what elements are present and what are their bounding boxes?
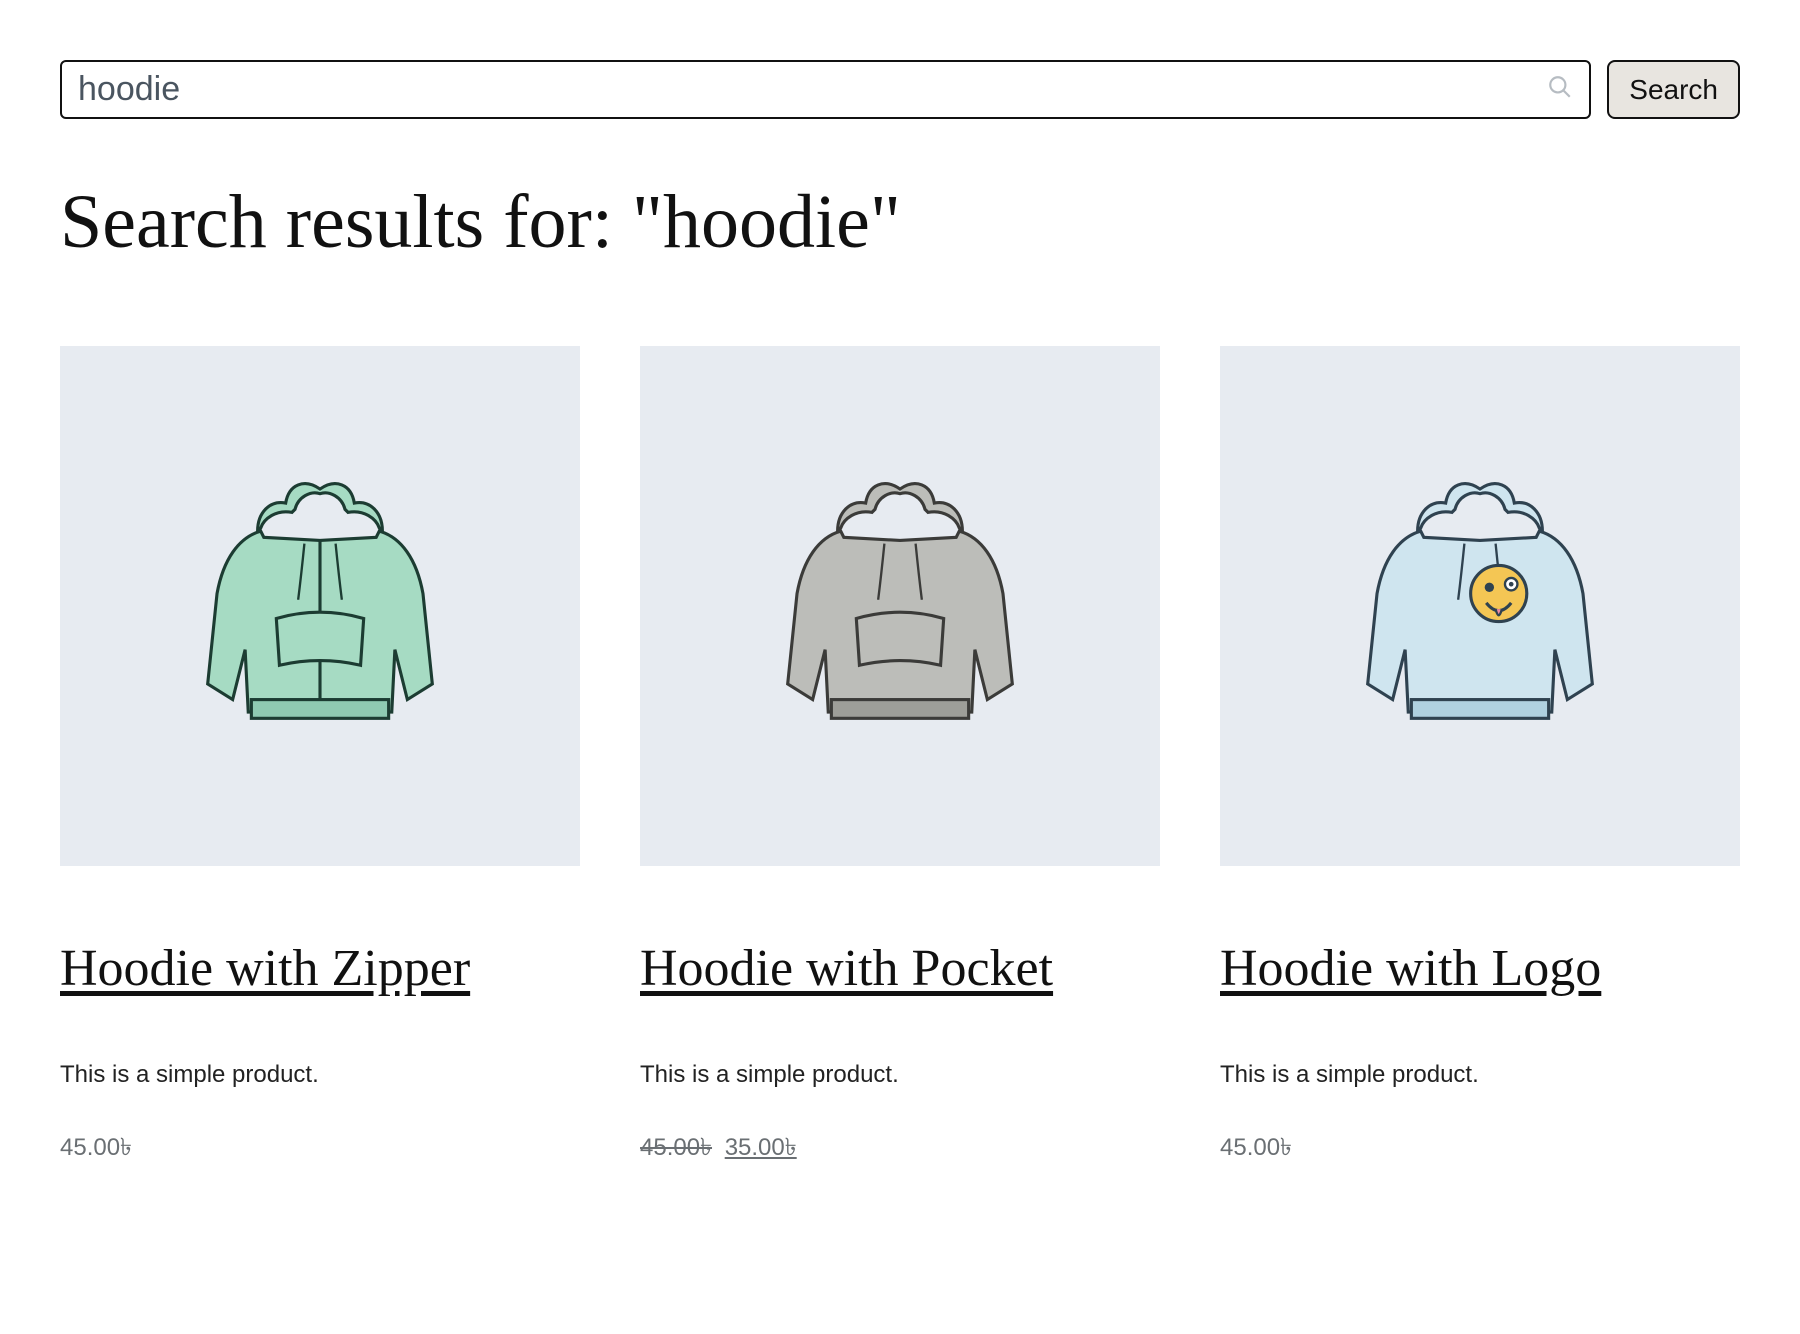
product-card: Hoodie with Pocket This is a simple prod… xyxy=(640,346,1160,1169)
product-description: This is a simple product. xyxy=(1220,1061,1740,1089)
product-card: Hoodie with Logo This is a simple produc… xyxy=(1220,346,1740,1169)
search-button[interactable]: Search xyxy=(1607,60,1740,119)
search-icon xyxy=(1537,74,1573,105)
product-image-hoodie-logo[interactable] xyxy=(1220,346,1740,866)
search-input-wrap xyxy=(60,60,1591,119)
product-description: This is a simple product. xyxy=(640,1061,1160,1089)
product-price: 45.00৳ xyxy=(60,1129,580,1169)
product-image-hoodie-zipper[interactable] xyxy=(60,346,580,866)
product-grid: Hoodie with Zipper This is a simple prod… xyxy=(60,346,1740,1169)
heading-suffix: " xyxy=(870,180,901,264)
original-price: 45.00৳ xyxy=(640,1134,712,1161)
heading-term: hoodie xyxy=(663,180,870,264)
product-description: This is a simple product. xyxy=(60,1061,580,1089)
product-card: Hoodie with Zipper This is a simple prod… xyxy=(60,346,580,1169)
page-title: Search results for: "hoodie" xyxy=(60,179,1740,266)
product-price: 45.00৳ 35.00৳ xyxy=(640,1129,1160,1169)
sale-price: 35.00৳ xyxy=(725,1134,797,1161)
product-price: 45.00৳ xyxy=(1220,1129,1740,1169)
product-image-hoodie-pocket[interactable] xyxy=(640,346,1160,866)
price-value: 45.00৳ xyxy=(1220,1134,1292,1161)
product-title-link[interactable]: Hoodie with Pocket xyxy=(640,936,1160,1001)
price-value: 45.00৳ xyxy=(60,1134,132,1161)
heading-prefix: Search results for: " xyxy=(60,180,663,264)
product-title-link[interactable]: Hoodie with Zipper xyxy=(60,936,580,1001)
search-bar: Search xyxy=(60,60,1740,119)
product-title-link[interactable]: Hoodie with Logo xyxy=(1220,936,1740,1001)
search-input[interactable] xyxy=(78,70,1537,109)
